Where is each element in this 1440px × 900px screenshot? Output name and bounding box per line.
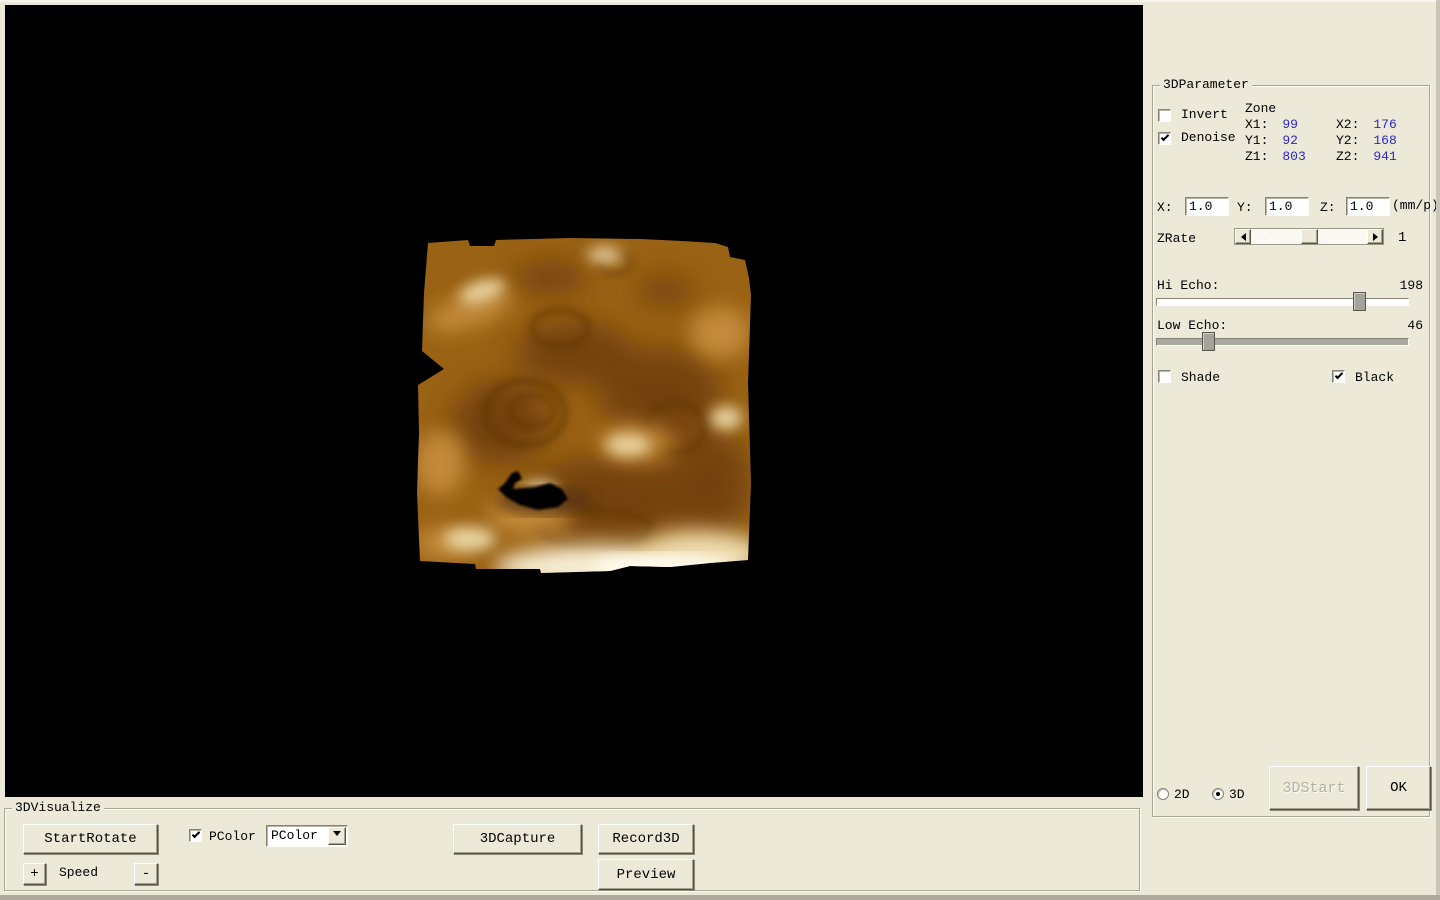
z1-label: Z1:	[1245, 149, 1282, 165]
speed-minus-button[interactable]: -	[134, 863, 158, 885]
black-label: Black	[1355, 371, 1394, 385]
mode-3d-radio[interactable]	[1212, 788, 1224, 800]
zrate-scroll-right-button[interactable]	[1367, 229, 1383, 244]
x-scale-input[interactable]	[1185, 197, 1229, 216]
hi-echo-value: 198	[1381, 279, 1423, 293]
y1-value: 92	[1282, 133, 1336, 149]
check-icon	[192, 830, 200, 838]
scale-unit-label: (mm/p)	[1392, 199, 1439, 213]
mode-3d-label: 3D	[1229, 788, 1245, 802]
dropdown-arrow-button[interactable]	[328, 827, 346, 845]
mode-2d-radio[interactable]	[1157, 788, 1169, 800]
visualize-group-title: 3DVisualize	[12, 800, 104, 815]
zone-label: Zone	[1245, 102, 1276, 116]
chevron-down-icon	[333, 831, 341, 840]
hi-echo-slider-thumb[interactable]	[1353, 292, 1366, 311]
invert-checkbox[interactable]	[1158, 109, 1171, 122]
window-frame-bottom	[0, 895, 1440, 900]
check-icon	[1335, 371, 1343, 379]
y1-label: Y1:	[1245, 133, 1282, 149]
denoise-label: Denoise	[1181, 131, 1236, 145]
start-3d-button[interactable]: 3DStart	[1269, 766, 1359, 810]
zone-row-z: Z1: 803 Z2: 941	[1245, 149, 1427, 165]
x1-value: 99	[1282, 117, 1336, 133]
x1-label: X1:	[1245, 117, 1282, 133]
radio-dot-icon	[1216, 792, 1220, 796]
zone-row-y: Y1: 92 Y2: 168	[1245, 133, 1427, 149]
window-frame-right	[1436, 0, 1440, 900]
hi-echo-label: Hi Echo:	[1157, 279, 1219, 293]
low-echo-slider-thumb[interactable]	[1202, 332, 1215, 351]
pcolor-checkbox[interactable]	[189, 829, 202, 842]
arrow-left-icon	[1237, 233, 1246, 241]
zrate-scroll-left-button[interactable]	[1235, 229, 1251, 244]
low-echo-label: Low Echo:	[1157, 319, 1227, 333]
hi-echo-slider-track[interactable]	[1156, 298, 1409, 306]
check-icon	[1161, 133, 1169, 141]
pcolor-label: PColor	[209, 830, 256, 844]
x2-label: X2:	[1336, 117, 1373, 133]
z1-value: 803	[1282, 149, 1336, 165]
speed-label: Speed	[59, 866, 98, 880]
zone-values: X1: 99 X2: 176 Y1: 92 Y2: 168 Z1: 803 Z2…	[1245, 117, 1427, 165]
start-rotate-button[interactable]: StartRotate	[23, 824, 158, 854]
y2-value: 168	[1373, 133, 1427, 149]
zrate-scrollbar[interactable]	[1234, 228, 1384, 245]
y-scale-label: Y:	[1237, 201, 1253, 215]
zone-row-x: X1: 99 X2: 176	[1245, 117, 1427, 133]
window-frame-top	[0, 0, 1440, 2]
shade-label: Shade	[1181, 371, 1220, 385]
parameter-groupbox: 3DParameter Invert Denoise Zone X1: 99 X…	[1152, 85, 1430, 817]
z2-value: 941	[1373, 149, 1427, 165]
render-viewport[interactable]	[5, 5, 1143, 797]
ok-button[interactable]: OK	[1366, 766, 1431, 810]
low-echo-value: 46	[1381, 319, 1423, 333]
z-scale-input[interactable]	[1346, 197, 1390, 216]
low-echo-slider-track[interactable]	[1156, 338, 1409, 346]
mode-2d-label: 2D	[1174, 788, 1190, 802]
zrate-scrollbar-thumb[interactable]	[1301, 229, 1318, 244]
z-scale-label: Z:	[1320, 201, 1336, 215]
ultrasound-3d-volume[interactable]	[410, 233, 760, 581]
invert-label: Invert	[1181, 108, 1228, 122]
parameter-group-title: 3DParameter	[1160, 77, 1252, 92]
shade-checkbox[interactable]	[1158, 370, 1171, 383]
x-scale-label: X:	[1157, 201, 1173, 215]
preview-button[interactable]: Preview	[598, 859, 694, 890]
zrate-value: 1	[1398, 231, 1406, 245]
denoise-checkbox[interactable]	[1158, 132, 1171, 145]
pcolor-dropdown[interactable]: PColor	[266, 825, 348, 847]
capture-3d-button[interactable]: 3DCapture	[453, 824, 582, 854]
y-scale-input[interactable]	[1265, 197, 1309, 216]
arrow-right-icon	[1373, 233, 1382, 241]
record-3d-button[interactable]: Record3D	[598, 824, 694, 854]
x2-value: 176	[1373, 117, 1427, 133]
black-checkbox[interactable]	[1332, 370, 1345, 383]
zrate-label: ZRate	[1157, 232, 1196, 246]
pcolor-dropdown-value: PColor	[271, 828, 318, 844]
y2-label: Y2:	[1336, 133, 1373, 149]
visualize-groupbox: 3DVisualize StartRotate PColor PColor + …	[4, 808, 1140, 891]
z2-label: Z2:	[1336, 149, 1373, 165]
speed-plus-button[interactable]: +	[23, 863, 46, 885]
